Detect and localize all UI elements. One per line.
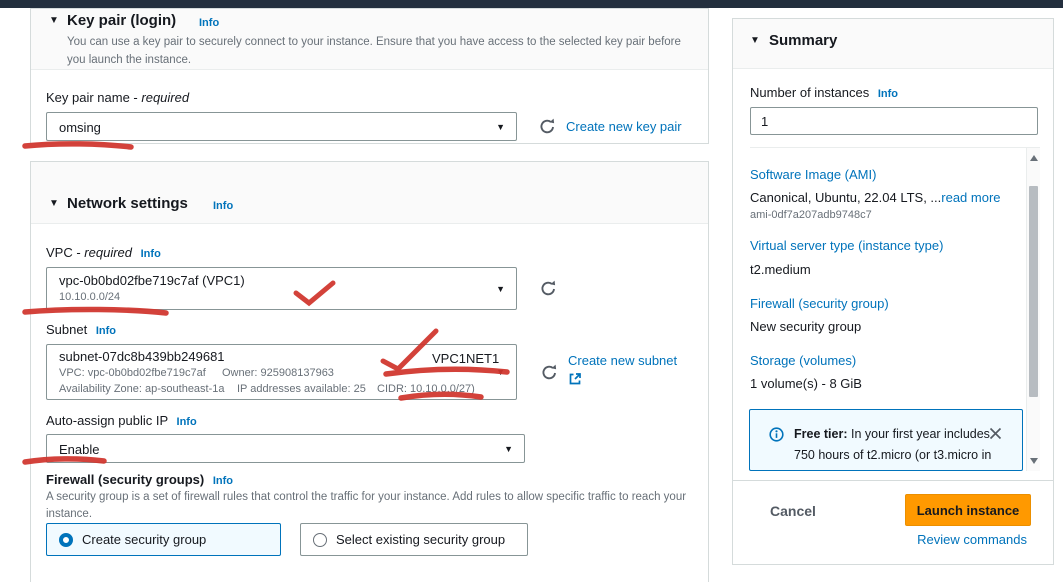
select-existing-security-group-label: Select existing security group bbox=[336, 532, 505, 547]
chevron-down-icon: ▼ bbox=[504, 444, 513, 454]
launch-instance-button[interactable]: Launch instance bbox=[905, 494, 1031, 526]
collapse-triangle-icon[interactable]: ▼ bbox=[750, 36, 760, 46]
firewall-label: Firewall (security groups) Info bbox=[46, 472, 233, 487]
subnet-info-link[interactable]: Info bbox=[96, 325, 116, 337]
subnet-select[interactable]: subnet-07dc8b439bb249681 VPC1NET1 VPC: v… bbox=[46, 344, 517, 400]
key-pair-description: You can use a key pair to securely conne… bbox=[67, 33, 685, 70]
subnet-vpc-id: VPC: vpc-0b0bd02fbe719c7af bbox=[59, 367, 206, 379]
key-pair-selected-value: omsing bbox=[59, 120, 101, 135]
vpc-cidr: 10.10.0.0/24 bbox=[59, 291, 120, 303]
number-of-instances-label: Number of instances Info bbox=[750, 85, 898, 100]
external-link-icon[interactable] bbox=[568, 372, 582, 386]
free-tier-text: Free tier: In your first year includes 7… bbox=[794, 424, 992, 471]
summary-footer-divider bbox=[733, 480, 1053, 481]
subnet-id: subnet-07dc8b439bb249681 bbox=[59, 349, 225, 364]
key-pair-name-label: Key pair name - required bbox=[46, 90, 189, 105]
subnet-owner: Owner: 925908137963 bbox=[222, 367, 334, 379]
vpc-info-link[interactable]: Info bbox=[141, 248, 161, 260]
auto-assign-ip-value: Enable bbox=[59, 442, 99, 457]
firewall-description: A security group is a set of firewall ru… bbox=[46, 489, 696, 522]
radio-unselected-icon[interactable] bbox=[313, 533, 327, 547]
chevron-down-icon: ▼ bbox=[496, 284, 505, 294]
collapse-triangle-icon[interactable]: ▼ bbox=[49, 16, 59, 26]
scroll-down-icon[interactable] bbox=[1030, 458, 1038, 464]
summary-scroll-area: Software Image (AMI) Canonical, Ubuntu, … bbox=[733, 148, 1026, 471]
chevron-down-icon: ▼ bbox=[496, 367, 505, 377]
close-icon[interactable] bbox=[988, 426, 1003, 441]
subnet-label: Subnet Info bbox=[46, 322, 116, 337]
collapse-triangle-icon[interactable]: ▼ bbox=[49, 199, 59, 209]
vpc-select[interactable]: vpc-0b0bd02fbe719c7af (VPC1) 10.10.0.0/2… bbox=[46, 267, 517, 310]
subnet-az: Availability Zone: ap-southeast-1a bbox=[59, 383, 225, 395]
network-section-header bbox=[31, 162, 708, 224]
key-pair-section: ▼ Key pair (login) Info You can use a ke… bbox=[30, 8, 709, 144]
subnet-ip-available: IP addresses available: 25 bbox=[237, 383, 366, 395]
ami-description: Canonical, Ubuntu, 22.04 LTS, ...read mo… bbox=[750, 190, 1001, 205]
storage-value: 1 volume(s) - 8 GiB bbox=[750, 376, 862, 391]
required-word: required bbox=[84, 245, 132, 260]
summary-scrollbar[interactable] bbox=[1026, 148, 1040, 471]
subnet-name: VPC1NET1 bbox=[432, 351, 499, 366]
number-of-instances-input[interactable] bbox=[750, 107, 1038, 135]
instances-info-link[interactable]: Info bbox=[878, 88, 898, 100]
scrollbar-thumb[interactable] bbox=[1029, 186, 1038, 397]
firewall-info-link[interactable]: Info bbox=[213, 475, 233, 487]
refresh-icon[interactable] bbox=[539, 279, 558, 298]
auto-assign-info-link[interactable]: Info bbox=[177, 416, 197, 428]
required-word: required bbox=[141, 90, 189, 105]
firewall-value: New security group bbox=[750, 319, 861, 334]
launch-instance-page: ▼ Key pair (login) Info You can use a ke… bbox=[0, 0, 1063, 582]
vpc-label: VPC - required Info bbox=[46, 245, 161, 260]
create-security-group-option[interactable]: Create security group bbox=[46, 523, 281, 556]
free-tier-alert: Free tier: In your first year includes 7… bbox=[749, 409, 1023, 471]
refresh-icon[interactable] bbox=[538, 117, 557, 136]
summary-title: Summary bbox=[769, 32, 837, 49]
auto-assign-ip-select[interactable]: Enable ▼ bbox=[46, 434, 525, 463]
create-security-group-label: Create security group bbox=[82, 532, 206, 547]
instance-type-section-link[interactable]: Virtual server type (instance type) bbox=[750, 238, 943, 253]
network-settings-section: ▼ Network settings Info VPC - required I… bbox=[30, 161, 709, 582]
vpc-selected-value: vpc-0b0bd02fbe719c7af (VPC1) bbox=[59, 273, 245, 288]
scroll-up-icon[interactable] bbox=[1030, 155, 1038, 161]
refresh-icon[interactable] bbox=[540, 363, 559, 382]
radio-selected-icon[interactable] bbox=[59, 533, 73, 547]
key-pair-info-link[interactable]: Info bbox=[199, 17, 219, 29]
subnet-cidr: CIDR: 10.10.0.0/27) bbox=[377, 383, 475, 395]
info-circle-icon bbox=[769, 427, 784, 442]
review-commands-link[interactable]: Review commands bbox=[917, 532, 1027, 547]
summary-panel: ▼ Summary Number of instances Info Softw… bbox=[732, 18, 1054, 565]
firewall-section-link[interactable]: Firewall (security group) bbox=[750, 296, 889, 311]
ami-id: ami-0df7a207adb9748c7 bbox=[750, 209, 872, 221]
top-navigation-bar bbox=[0, 0, 1063, 8]
storage-section-link[interactable]: Storage (volumes) bbox=[750, 353, 856, 368]
red-underline-keypair bbox=[25, 144, 131, 147]
network-info-link[interactable]: Info bbox=[213, 200, 233, 212]
auto-assign-ip-label: Auto-assign public IP Info bbox=[46, 413, 197, 428]
create-new-subnet-link[interactable]: Create new subnet bbox=[568, 353, 677, 368]
instance-type-value: t2.medium bbox=[750, 262, 811, 277]
ami-section-link[interactable]: Software Image (AMI) bbox=[750, 167, 876, 182]
key-pair-title: Key pair (login) bbox=[67, 12, 176, 29]
select-existing-security-group-option[interactable]: Select existing security group bbox=[300, 523, 528, 556]
chevron-down-icon: ▼ bbox=[496, 122, 505, 132]
key-pair-select[interactable]: omsing ▼ bbox=[46, 112, 517, 141]
read-more-link[interactable]: read more bbox=[941, 190, 1000, 205]
network-settings-title: Network settings bbox=[67, 195, 188, 212]
cancel-button[interactable]: Cancel bbox=[770, 503, 816, 519]
create-new-key-pair-link[interactable]: Create new key pair bbox=[566, 119, 682, 134]
